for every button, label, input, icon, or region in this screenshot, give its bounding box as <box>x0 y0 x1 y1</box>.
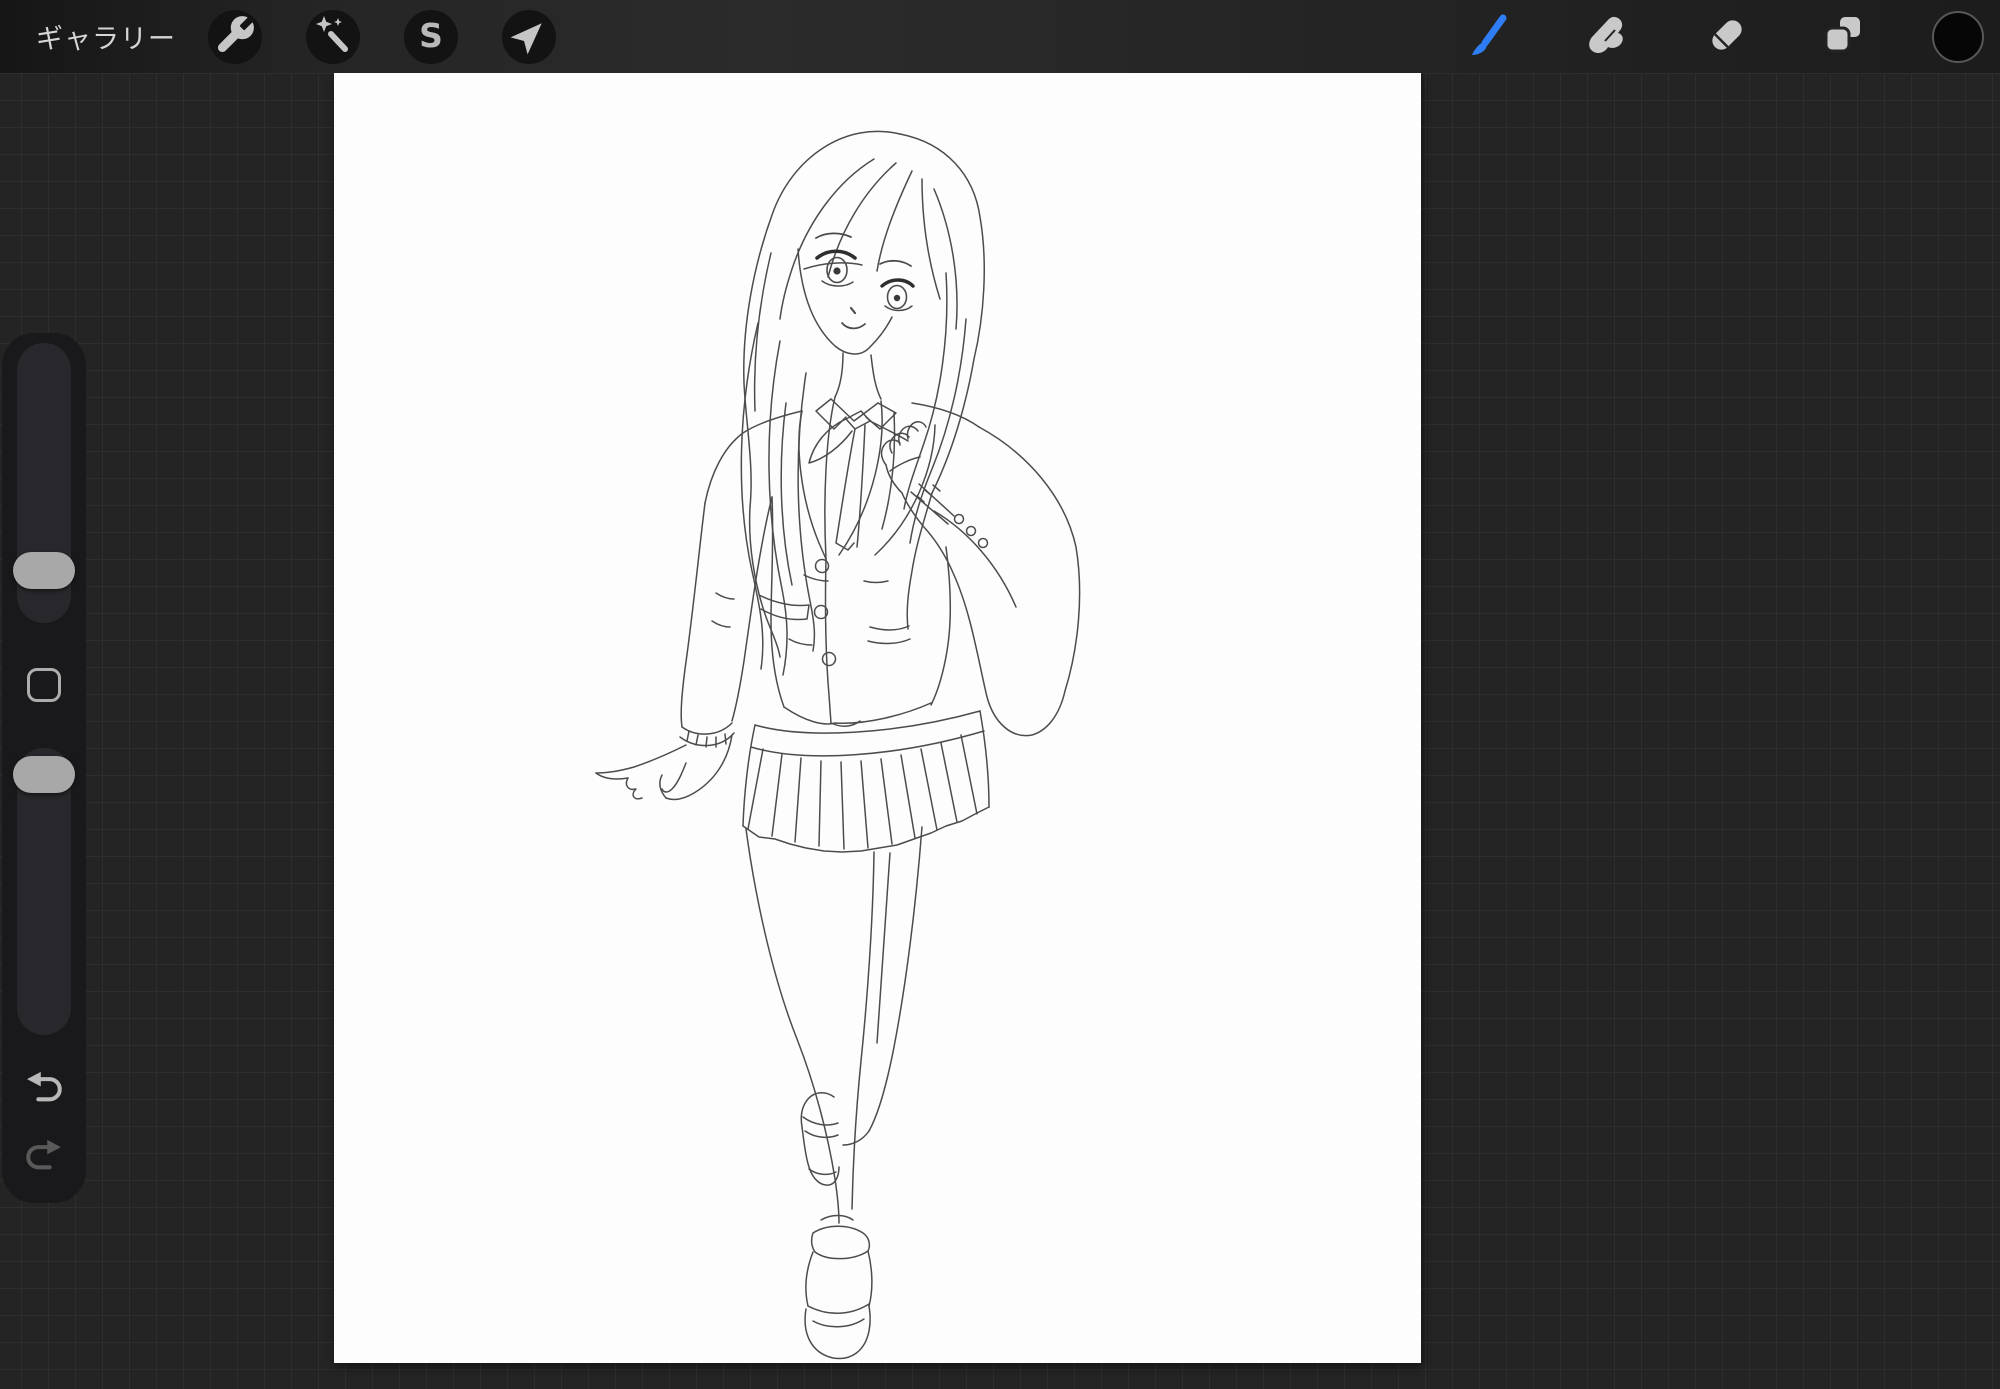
drawing-canvas[interactable] <box>334 73 1421 1363</box>
gallery-button[interactable]: ギャラリー <box>36 0 176 73</box>
brush-tool-button[interactable] <box>1465 13 1513 61</box>
wrench-icon <box>213 13 257 62</box>
lineart-sketch-schoolgirl <box>595 130 1081 1360</box>
adjustments-button[interactable] <box>306 10 360 64</box>
eraser-icon <box>1703 11 1751 64</box>
transform-button[interactable] <box>502 10 556 64</box>
active-color-swatch[interactable] <box>1932 11 1984 63</box>
layers-button[interactable] <box>1819 13 1867 61</box>
modify-button[interactable] <box>27 668 61 702</box>
actions-button[interactable] <box>208 10 262 64</box>
paint-brush-icon <box>1465 11 1513 64</box>
smudge-finger-icon <box>1582 11 1630 64</box>
redo-arrow-icon <box>23 1135 65 1182</box>
smudge-tool-button[interactable] <box>1582 13 1630 61</box>
svg-text:S: S <box>419 16 443 55</box>
brush-sidebar <box>2 333 86 1203</box>
undo-button[interactable] <box>22 1068 66 1112</box>
selection-button[interactable]: S <box>404 10 458 64</box>
layers-icon <box>1819 11 1867 64</box>
brush-size-slider-handle[interactable] <box>13 552 75 589</box>
top-toolbar: ギャラリー S <box>0 0 2000 73</box>
selection-s-icon: S <box>409 13 453 62</box>
eraser-tool-button[interactable] <box>1703 13 1751 61</box>
transform-arrow-icon <box>507 13 551 62</box>
opacity-slider-handle[interactable] <box>13 756 75 793</box>
redo-button[interactable] <box>22 1136 66 1180</box>
procreate-workspace: ギャラリー S <box>0 0 2000 1389</box>
undo-arrow-icon <box>23 1067 65 1114</box>
magic-wand-icon <box>311 13 355 62</box>
